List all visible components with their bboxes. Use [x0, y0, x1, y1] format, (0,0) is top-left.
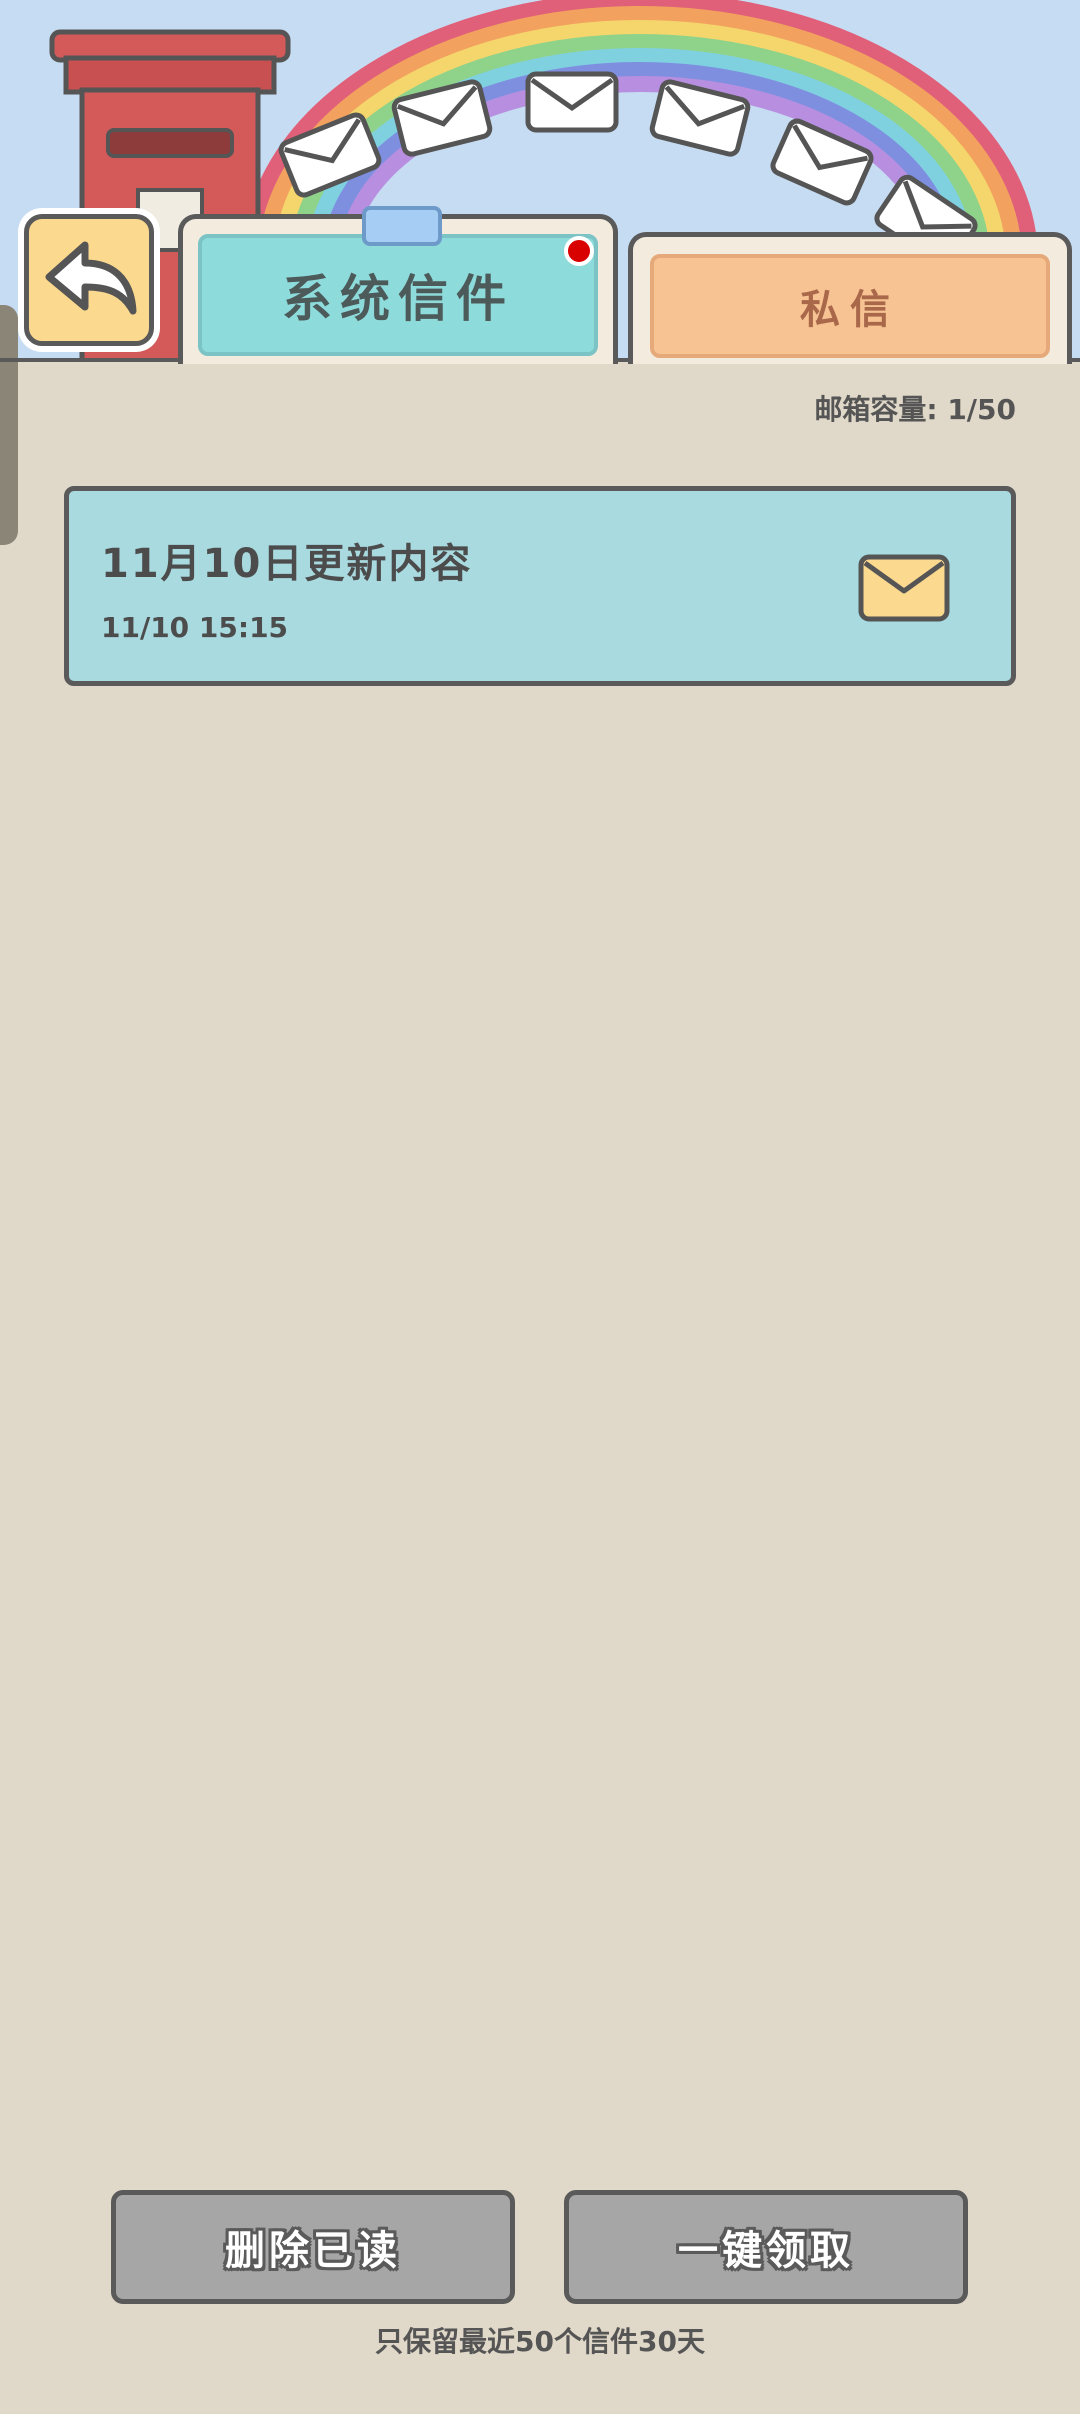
tab-system-mail-label: 系统信件 [282, 270, 514, 328]
delete-read-label: 删除已读 [225, 2228, 401, 2274]
tab-clip-decoration [362, 206, 442, 246]
mail-list-item[interactable]: 11月10日更新内容 11/10 15:15 [64, 486, 1016, 686]
mail-time: 11/10 15:15 [101, 611, 289, 644]
retention-note: 只保留最近50个信件30天 [375, 2325, 705, 2358]
back-arrow-icon [45, 241, 137, 315]
side-drawer-handle[interactable] [0, 305, 18, 545]
mail-title: 11月10日更新内容 [101, 541, 473, 587]
notification-dot [564, 236, 594, 266]
claim-all-label: 一键领取 [678, 2228, 854, 2274]
envelope-icon [858, 554, 950, 622]
tab-private[interactable]: 私信 [650, 254, 1050, 358]
delete-read-button[interactable]: 删除已读 [111, 2190, 515, 2304]
back-button[interactable] [24, 214, 154, 346]
claim-all-button[interactable]: 一键领取 [564, 2190, 968, 2304]
tab-system-mail[interactable]: 系统信件 [198, 234, 598, 356]
tab-private-label: 私信 [800, 287, 900, 333]
mailbox-capacity: 邮箱容量: 1/50 [814, 393, 1016, 426]
